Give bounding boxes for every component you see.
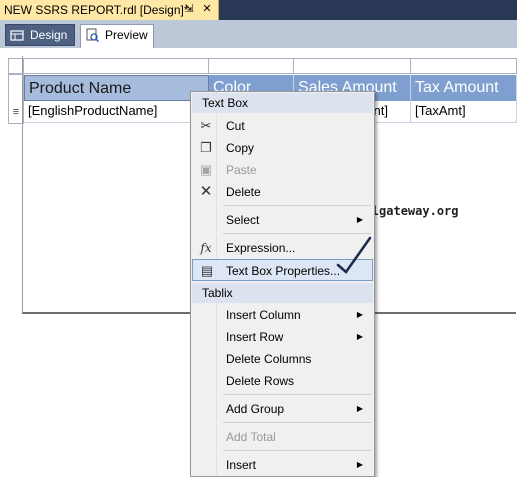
context-menu: Text Box ✂ Cut ❐ Copy ▣ Paste ✕ Delete S… <box>190 91 375 477</box>
annotation-checkmark-icon <box>336 236 372 274</box>
close-icon[interactable]: ✕ <box>200 2 214 16</box>
menu-item-paste[interactable]: ▣ Paste <box>192 159 373 181</box>
menu-item-label: Copy <box>226 141 255 155</box>
menu-item-label: Add Group <box>226 402 285 416</box>
properties-icon: ▤ <box>200 263 214 278</box>
menu-item-label: Delete Columns <box>226 352 312 366</box>
tab-design[interactable]: Design <box>5 24 75 46</box>
scissors-icon: ✂ <box>200 118 212 133</box>
header-cell-tax-amount[interactable]: Tax Amount <box>411 75 517 101</box>
menu-separator <box>223 422 371 423</box>
menu-item-insert[interactable]: Insert ▶ <box>192 454 373 476</box>
menu-item-label: Add Total <box>226 430 276 444</box>
menu-item-copy[interactable]: ❐ Copy <box>192 137 373 159</box>
menu-item-insert-column[interactable]: Insert Column ▶ <box>192 304 373 326</box>
preview-icon <box>86 28 99 42</box>
submenu-arrow-icon: ▶ <box>356 404 363 413</box>
row-group-icon[interactable]: ≡ <box>9 104 23 120</box>
fx-icon: fx <box>200 241 212 255</box>
menu-item-label: Delete Rows <box>226 374 295 388</box>
delete-icon: ✕ <box>199 183 213 200</box>
menu-separator <box>223 394 371 395</box>
pin-icon[interactable]: ⇲ <box>182 2 196 16</box>
menu-item-add-total[interactable]: Add Total <box>192 426 373 448</box>
view-tab-bar: Design Preview <box>0 20 517 48</box>
column-handle-divider[interactable] <box>293 58 294 74</box>
menu-item-delete-columns[interactable]: Delete Columns <box>192 348 373 370</box>
menu-item-label: Insert Column <box>226 308 301 322</box>
menu-item-delete-rows[interactable]: Delete Rows <box>192 370 373 392</box>
header-cell-product-name[interactable]: Product Name <box>24 75 209 101</box>
menu-item-label: Text Box Properties... <box>226 264 341 278</box>
menu-section-tablix: Tablix <box>192 283 373 303</box>
submenu-arrow-icon: ▶ <box>356 215 363 224</box>
menu-item-label: Expression... <box>226 241 296 255</box>
design-icon <box>10 30 24 41</box>
menu-item-delete[interactable]: ✕ Delete <box>192 181 373 203</box>
tab-preview[interactable]: Preview <box>80 24 154 48</box>
menu-separator <box>223 233 371 234</box>
menu-separator <box>223 450 371 451</box>
menu-item-select[interactable]: Select ▶ <box>192 209 373 231</box>
menu-item-add-group[interactable]: Add Group ▶ <box>192 398 373 420</box>
column-handle-divider[interactable] <box>208 58 209 74</box>
menu-section-text-box: Text Box <box>192 93 373 113</box>
tab-preview-label: Preview <box>105 28 148 42</box>
document-tab-strip: NEW SSRS REPORT.rdl [Design]* ⇲ ✕ <box>0 0 517 20</box>
document-tab[interactable]: NEW SSRS REPORT.rdl [Design]* ⇲ ✕ <box>0 0 219 20</box>
document-tab-title: NEW SSRS REPORT.rdl [Design]* <box>4 3 189 17</box>
menu-item-label: Cut <box>226 119 245 133</box>
menu-item-label: Select <box>226 213 260 227</box>
column-handle-divider[interactable] <box>410 58 411 74</box>
menu-separator <box>223 205 371 206</box>
submenu-arrow-icon: ▶ <box>356 460 363 469</box>
menu-item-cut[interactable]: ✂ Cut <box>192 115 373 137</box>
menu-item-label: Insert Row <box>226 330 284 344</box>
tab-design-label: Design <box>30 28 68 42</box>
tablix-corner-handle[interactable] <box>8 58 24 74</box>
menu-item-label: Paste <box>226 163 257 177</box>
submenu-arrow-icon: ▶ <box>356 310 363 319</box>
menu-item-label: Insert <box>226 458 257 472</box>
menu-item-label: Delete <box>226 185 261 199</box>
copy-icon: ❐ <box>200 140 212 155</box>
data-cell-tax-amount[interactable]: [TaxAmt] <box>411 101 517 123</box>
submenu-arrow-icon: ▶ <box>356 332 363 341</box>
data-cell-product-name[interactable]: [EnglishProductName] <box>24 101 209 123</box>
tablix-column-handles[interactable] <box>8 58 517 74</box>
paste-icon: ▣ <box>199 162 213 177</box>
menu-item-insert-row[interactable]: Insert Row ▶ <box>192 326 373 348</box>
